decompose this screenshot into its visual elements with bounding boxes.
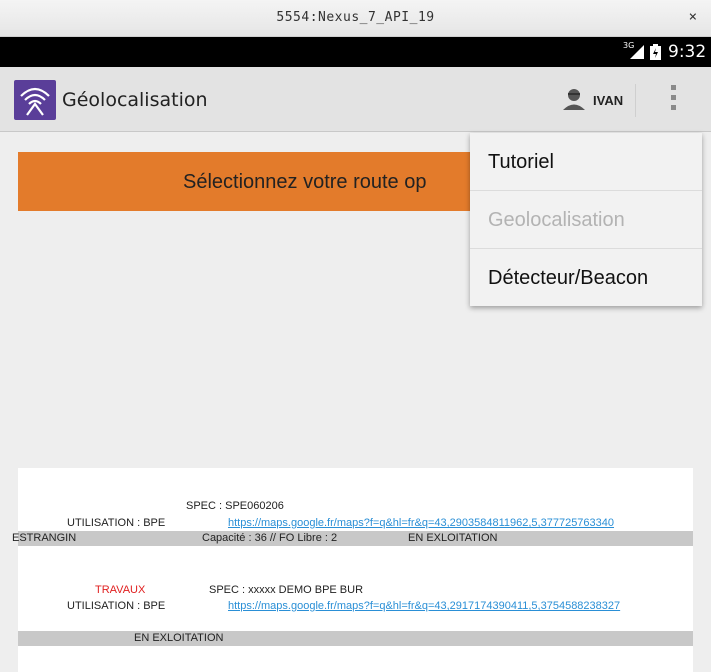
user-icon[interactable]: [561, 87, 587, 111]
utilisation-label: UTILISATION : BPE: [67, 517, 166, 529]
window-title: 5554:Nexus_7_API_19: [276, 10, 435, 25]
signal-icon: [630, 45, 644, 59]
menu-item-geolocalisation[interactable]: Geolocalisation: [470, 191, 702, 249]
spec-label: SPEC : SPE060206: [186, 500, 284, 512]
status-text: EN EXLOITATION: [408, 532, 498, 544]
action-bar: Géolocalisation IVAN: [0, 67, 711, 132]
emulator-title-bar: 5554:Nexus_7_API_19 ×: [0, 0, 711, 37]
status-text: EN EXLOITATION: [134, 632, 224, 644]
action-bar-divider: [635, 84, 636, 117]
banner-text: Sélectionnez votre route op: [183, 171, 427, 193]
travaux-flag: TRAVAUX: [95, 584, 146, 596]
site-name: ESTRANGIN: [12, 532, 77, 544]
bpe-list: SPEC : SPE060206 UTILISATION : BPE https…: [12, 468, 693, 672]
menu-item-detecteur-beacon[interactable]: Détecteur/Beacon: [470, 249, 702, 307]
user-name[interactable]: IVAN: [593, 93, 623, 108]
capacity-text: Capacité : 36 // FO Libre : 2: [202, 532, 338, 544]
app-logo-icon[interactable]: [14, 80, 56, 120]
maps-link[interactable]: https://maps.google.fr/maps?f=q&hl=fr&q=…: [228, 517, 614, 529]
battery-icon: [650, 44, 661, 60]
info-row: EN EXLOITATION: [18, 631, 693, 646]
info-row: ESTRANGIN Capacité : 36 // FO Libre : 2 …: [12, 531, 693, 546]
spec-label: SPEC : xxxxx DEMO BPE BUR: [209, 584, 364, 596]
status-bar: 3G 9:32: [0, 37, 711, 67]
maps-link[interactable]: https://maps.google.fr/maps?f=q&hl=fr&q=…: [228, 600, 620, 612]
overflow-menu-icon[interactable]: [665, 85, 681, 115]
app-title: Géolocalisation: [62, 89, 208, 111]
utilisation-label: UTILISATION : BPE: [67, 600, 166, 612]
close-icon[interactable]: ×: [689, 9, 697, 25]
overflow-popup-menu: Tutoriel Geolocalisation Détecteur/Beaco…: [470, 133, 702, 306]
clock: 9:32: [668, 42, 707, 62]
menu-item-tutoriel[interactable]: Tutoriel: [470, 133, 702, 191]
